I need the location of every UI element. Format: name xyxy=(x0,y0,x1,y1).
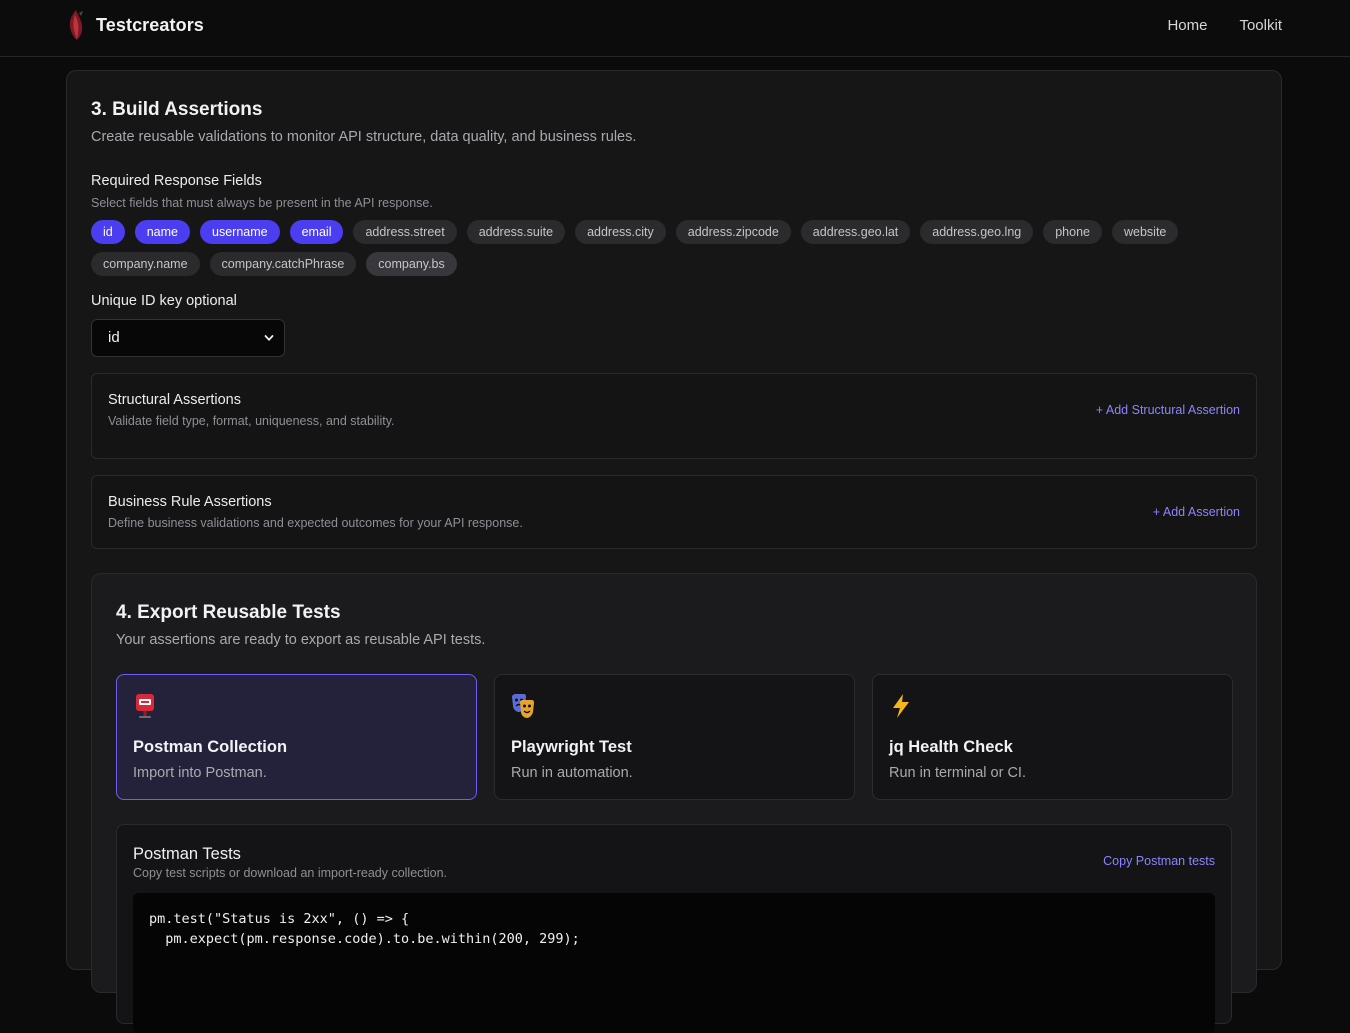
export-subtitle: Your assertions are ready to export as r… xyxy=(116,632,486,648)
structural-assertions-title: Structural Assertions xyxy=(108,392,241,408)
main-nav: Home Toolkit xyxy=(1167,17,1282,34)
field-chip[interactable]: company.name xyxy=(91,252,200,276)
field-chip[interactable]: address.geo.lat xyxy=(800,220,911,244)
brand-name: Testcreators xyxy=(96,14,204,35)
export-tests-section: 4. Export Reusable Tests Your assertions… xyxy=(91,573,1257,1033)
theater-masks-icon xyxy=(512,694,534,718)
required-fields-label: Required Response Fields xyxy=(91,173,262,189)
field-chip[interactable]: address.city xyxy=(575,220,666,244)
postman-tests-title: Postman Tests xyxy=(133,845,241,863)
structural-assertions-box: Structural Assertions Validate field typ… xyxy=(91,373,1257,459)
nav-toolkit[interactable]: Toolkit xyxy=(1239,17,1282,34)
card-playwright-test[interactable]: Playwright Test Run in automation. xyxy=(494,674,855,800)
field-chip[interactable]: email xyxy=(289,220,344,244)
business-rule-assertions-description: Define business validations and expected… xyxy=(108,516,523,530)
unique-id-label: Unique ID key optional xyxy=(91,293,237,309)
unique-id-select[interactable]: id xyxy=(91,319,285,357)
field-chip[interactable]: name xyxy=(134,220,191,244)
nav-home[interactable]: Home xyxy=(1167,17,1207,34)
structural-assertions-description: Validate field type, format, uniqueness,… xyxy=(108,414,395,428)
field-chip[interactable]: address.geo.lng xyxy=(920,220,1034,244)
build-assertions-panel: 3. Build Assertions Create reusable vali… xyxy=(66,70,1282,1033)
copy-postman-tests-button[interactable]: Copy Postman tests xyxy=(1103,854,1215,868)
field-chip[interactable]: address.zipcode xyxy=(675,220,791,244)
field-chip[interactable]: address.street xyxy=(353,220,457,244)
field-chip[interactable]: username xyxy=(200,220,280,244)
brand[interactable]: Testcreators xyxy=(66,9,204,41)
export-format-cards: Postman Collection Import into Postman. … xyxy=(116,674,1233,800)
card-description: Run in automation. xyxy=(511,765,633,781)
card-jq-health-check[interactable]: jq Health Check Run in terminal or CI. xyxy=(872,674,1233,800)
postman-tests-panel: Postman Tests Copy test scripts or downl… xyxy=(116,824,1232,1033)
postbox-icon xyxy=(136,694,154,718)
card-title: jq Health Check xyxy=(889,738,1013,756)
brand-logo-icon xyxy=(69,10,83,40)
top-navigation-bar: Testcreators Home Toolkit xyxy=(0,0,1350,57)
card-title: Playwright Test xyxy=(511,738,632,756)
field-chip[interactable]: id xyxy=(91,220,125,244)
business-rule-assertions-title: Business Rule Assertions xyxy=(108,494,272,510)
required-fields-hint: Select fields that must always be presen… xyxy=(91,196,433,210)
field-chip[interactable]: company.bs xyxy=(366,252,457,276)
card-description: Run in terminal or CI. xyxy=(889,765,1026,781)
unique-id-value: id xyxy=(108,329,120,346)
field-chip[interactable]: company.catchPhrase xyxy=(209,252,357,276)
required-fields-chips: id name username email address.street address… xyxy=(91,220,1241,276)
postman-tests-description: Copy test scripts or download an import-… xyxy=(133,866,448,880)
field-chip[interactable]: website xyxy=(1112,220,1179,244)
add-assertion-button[interactable]: + Add Assertion xyxy=(1153,505,1240,519)
card-postman-collection[interactable]: Postman Collection Import into Postman. xyxy=(116,674,477,800)
chevron-down-icon xyxy=(264,335,274,341)
field-chip[interactable]: phone xyxy=(1043,220,1102,244)
postman-tests-code[interactable]: pm.test("Status is 2xx", () => { pm.expe… xyxy=(133,893,1215,1033)
section-subtitle: Create reusable validations to monitor A… xyxy=(91,129,637,145)
card-description: Import into Postman. xyxy=(133,765,267,781)
section-title: 3. Build Assertions xyxy=(91,99,263,120)
card-title: Postman Collection xyxy=(133,738,288,756)
lightning-icon xyxy=(893,694,909,718)
export-title: 4. Export Reusable Tests xyxy=(116,602,341,623)
add-structural-assertion-button[interactable]: + Add Structural Assertion xyxy=(1096,403,1240,417)
field-chip[interactable]: address.suite xyxy=(466,220,566,244)
business-rule-assertions-box: Business Rule Assertions Define business… xyxy=(91,475,1257,549)
